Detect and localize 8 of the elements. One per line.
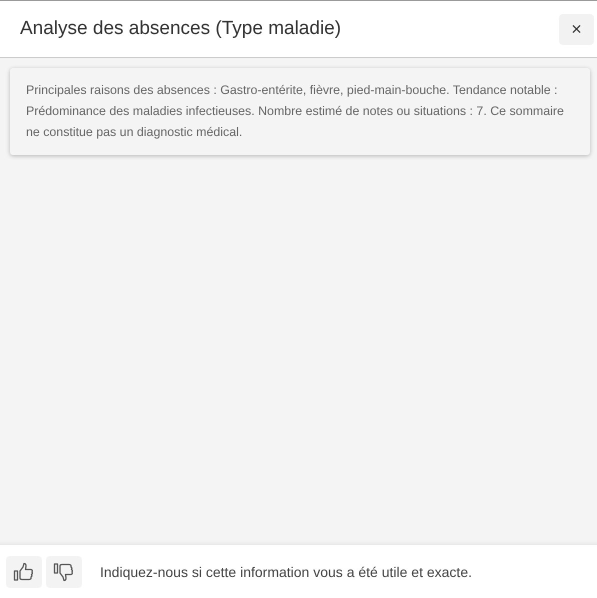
feedback-prompt: Indiquez-nous si cette information vous a été utile et exacte. — [100, 564, 472, 580]
summary-text: Principales raisons des absences : Gastro-entérite, fièvre, pied-main-bouche. Tendance notable : Prédominance des maladies infectieuses. Nombre estimé de notes ou situations : 7. Ce sommaire ne constitue pas un diagnostic médical. — [26, 82, 565, 141]
thumbs-up-icon — [13, 562, 35, 582]
thumbs-down-button[interactable] — [46, 556, 82, 588]
thumbs-up-button[interactable] — [6, 556, 42, 588]
close-button[interactable]: × — [559, 14, 594, 44]
thumbs-down-icon — [53, 562, 75, 582]
dialog-title: Analyse des absences (Type maladie) — [20, 18, 342, 40]
